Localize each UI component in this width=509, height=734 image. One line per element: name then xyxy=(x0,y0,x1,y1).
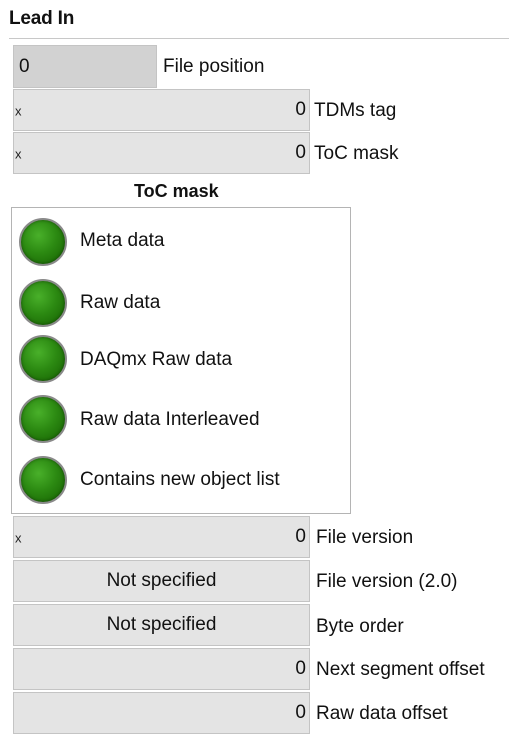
daqmx-raw-data-led-icon xyxy=(19,335,67,383)
file-version-2-field[interactable]: Not specified xyxy=(13,560,310,602)
next-segment-offset-field[interactable]: 0 xyxy=(13,648,310,690)
toc-cluster-title: ToC mask xyxy=(134,181,219,201)
file-version-label: File version xyxy=(316,527,414,548)
file-version-value: 0 xyxy=(295,526,306,547)
byte-order-value: Not specified xyxy=(106,614,217,635)
contains-new-object-list-led-icon xyxy=(19,456,67,504)
meta-data-led-icon xyxy=(19,218,67,266)
meta-data-label: Meta data xyxy=(80,230,165,251)
tdms-tag-label: TDMs tag xyxy=(314,100,397,121)
toc-cluster: Meta data Raw data DAQmx Raw data Raw da… xyxy=(11,207,351,514)
raw-data-led-icon xyxy=(19,279,67,327)
radix-indicator: x xyxy=(15,530,22,546)
group-title: Lead In xyxy=(9,8,75,29)
radix-indicator: x xyxy=(15,103,22,119)
daqmx-raw-data-label: DAQmx Raw data xyxy=(80,349,233,370)
raw-data-offset-label: Raw data offset xyxy=(316,703,448,724)
file-version-2-label: File version (2.0) xyxy=(316,571,458,592)
tdms-tag-value: 0 xyxy=(295,99,306,120)
file-position-field[interactable]: 0 xyxy=(13,45,157,88)
toc-mask-field[interactable]: x 0 xyxy=(13,132,310,174)
byte-order-field[interactable]: Not specified xyxy=(13,604,310,646)
raw-data-interleaved-label: Raw data Interleaved xyxy=(80,409,260,430)
next-segment-offset-value: 0 xyxy=(295,658,306,679)
toc-mask-label: ToC mask xyxy=(314,143,399,164)
raw-data-interleaved-led-icon xyxy=(19,395,67,443)
file-position-value: 0 xyxy=(19,55,30,77)
raw-data-label: Raw data xyxy=(80,292,161,313)
file-position-label: File position xyxy=(163,56,265,77)
raw-data-offset-value: 0 xyxy=(295,702,306,723)
byte-order-label: Byte order xyxy=(316,616,404,637)
raw-data-offset-field[interactable]: 0 xyxy=(13,692,310,734)
next-segment-offset-label: Next segment offset xyxy=(316,659,485,680)
group-divider xyxy=(9,38,509,39)
radix-indicator: x xyxy=(15,146,22,162)
file-version-2-value: Not specified xyxy=(106,570,217,591)
toc-mask-value: 0 xyxy=(295,142,306,163)
contains-new-object-list-label: Contains new object list xyxy=(80,469,280,490)
tdms-tag-field[interactable]: x 0 xyxy=(13,89,310,131)
file-version-field[interactable]: x 0 xyxy=(13,516,310,558)
